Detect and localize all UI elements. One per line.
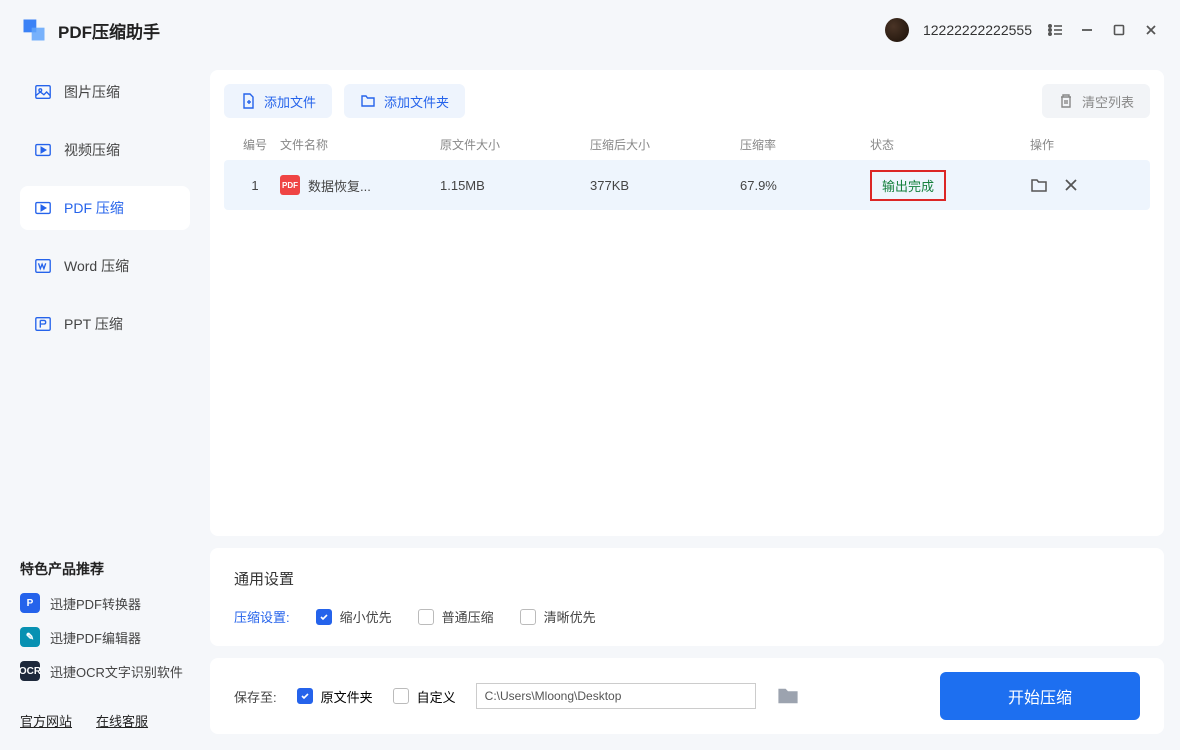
- path-input[interactable]: [476, 683, 756, 709]
- file-panel: 添加文件 添加文件夹 清空列表 编号 文件名称 原文件大小 压缩后大小: [210, 70, 1164, 536]
- folder-icon: [360, 93, 376, 109]
- settings-label: 压缩设置:: [234, 607, 290, 626]
- settings-panel: 通用设置 压缩设置: 缩小优先 普通压缩 清晰优先: [210, 548, 1164, 646]
- close-button[interactable]: [1142, 21, 1160, 39]
- avatar[interactable]: [885, 18, 909, 42]
- header-ratio: 压缩率: [740, 136, 870, 153]
- trash-icon: [1058, 93, 1074, 109]
- checkbox-checked-icon: [297, 688, 313, 704]
- video-icon: [34, 141, 52, 159]
- save-to-label: 保存至:: [234, 687, 277, 706]
- word-icon: [34, 257, 52, 275]
- checkbox-icon: [520, 609, 536, 625]
- remove-icon[interactable]: [1062, 176, 1080, 194]
- header-status: 状态: [870, 136, 1030, 153]
- ocr-icon: OCR: [20, 661, 40, 681]
- sidebar-item-label: Word 压缩: [64, 256, 129, 276]
- sidebar-item-image[interactable]: 图片压缩: [20, 70, 190, 114]
- sidebar-item-label: 视频压缩: [64, 140, 120, 160]
- main: 添加文件 添加文件夹 清空列表 编号 文件名称 原文件大小 压缩后大小: [200, 60, 1180, 750]
- cell-filename: 数据恢复...: [308, 176, 371, 195]
- add-folder-button[interactable]: 添加文件夹: [344, 84, 465, 118]
- username: 12222222222555: [923, 22, 1032, 38]
- sidebar-item-label: 图片压缩: [64, 82, 120, 102]
- pdf-badge-icon: PDF: [280, 175, 300, 195]
- header-after: 压缩后大小: [590, 136, 740, 153]
- option-small-first[interactable]: 缩小优先: [316, 607, 392, 626]
- titlebar: PDF压缩助手 12222222222555: [0, 0, 1180, 60]
- online-service-link[interactable]: 在线客服: [96, 711, 148, 730]
- checkbox-icon: [393, 688, 409, 704]
- sidebar-item-pdf[interactable]: PDF 压缩: [20, 186, 190, 230]
- recommend-item-ocr[interactable]: OCR 迅捷OCR文字识别软件: [20, 661, 190, 681]
- sidebar-item-video[interactable]: 视频压缩: [20, 128, 190, 172]
- recommend-item-converter[interactable]: P 迅捷PDF转换器: [20, 593, 190, 613]
- cell-ratio: 67.9%: [740, 178, 870, 193]
- maximize-button[interactable]: [1110, 21, 1128, 39]
- list-icon[interactable]: [1046, 21, 1064, 39]
- sidebar-item-label: PPT 压缩: [64, 314, 123, 334]
- header-ops: 操作: [1030, 136, 1144, 153]
- settings-title: 通用设置: [234, 568, 1140, 589]
- pdf-icon: [34, 199, 52, 217]
- sidebar: 图片压缩 视频压缩 PDF 压缩 Word 压缩 PPT 压缩 特色产品推荐: [0, 60, 200, 750]
- clear-list-button[interactable]: 清空列表: [1042, 84, 1150, 118]
- status-badge: 输出完成: [870, 170, 946, 201]
- checkbox-checked-icon: [316, 609, 332, 625]
- add-file-button[interactable]: 添加文件: [224, 84, 332, 118]
- option-clear-first[interactable]: 清晰优先: [520, 607, 596, 626]
- sidebar-item-label: PDF 压缩: [64, 198, 124, 218]
- start-button[interactable]: 开始压缩: [940, 672, 1140, 720]
- cell-orig-size: 1.15MB: [440, 178, 590, 193]
- recommend-label: 迅捷PDF编辑器: [50, 628, 141, 647]
- editor-icon: ✎: [20, 627, 40, 647]
- option-custom-folder[interactable]: 自定义: [393, 687, 456, 706]
- toolbar: 添加文件 添加文件夹 清空列表: [224, 84, 1150, 118]
- recommend-label: 迅捷PDF转换器: [50, 594, 141, 613]
- header-index: 编号: [230, 136, 280, 153]
- official-site-link[interactable]: 官方网站: [20, 711, 72, 730]
- sidebar-item-word[interactable]: Word 压缩: [20, 244, 190, 288]
- app-title: PDF压缩助手: [58, 18, 160, 43]
- table-row[interactable]: 1 PDF 数据恢复... 1.15MB 377KB 67.9% 输出完成: [224, 160, 1150, 210]
- option-original-folder[interactable]: 原文件夹: [297, 687, 373, 706]
- converter-icon: P: [20, 593, 40, 613]
- cell-after-size: 377KB: [590, 178, 740, 193]
- ppt-icon: [34, 315, 52, 333]
- logo-icon: [20, 16, 48, 44]
- browse-folder-icon[interactable]: [776, 684, 800, 708]
- minimize-button[interactable]: [1078, 21, 1096, 39]
- app-logo: PDF压缩助手: [20, 16, 160, 44]
- recommend-title: 特色产品推荐: [20, 559, 190, 579]
- file-plus-icon: [240, 93, 256, 109]
- header-orig: 原文件大小: [440, 136, 590, 153]
- sidebar-item-ppt[interactable]: PPT 压缩: [20, 302, 190, 346]
- recommend-label: 迅捷OCR文字识别软件: [50, 662, 183, 681]
- option-normal[interactable]: 普通压缩: [418, 607, 494, 626]
- image-icon: [34, 83, 52, 101]
- bottom-panel: 保存至: 原文件夹 自定义 开始压缩: [210, 658, 1164, 734]
- open-folder-icon[interactable]: [1030, 176, 1048, 194]
- cell-index: 1: [230, 178, 280, 193]
- header-name: 文件名称: [280, 136, 440, 153]
- checkbox-icon: [418, 609, 434, 625]
- recommend-item-editor[interactable]: ✎ 迅捷PDF编辑器: [20, 627, 190, 647]
- table-header: 编号 文件名称 原文件大小 压缩后大小 压缩率 状态 操作: [224, 128, 1150, 160]
